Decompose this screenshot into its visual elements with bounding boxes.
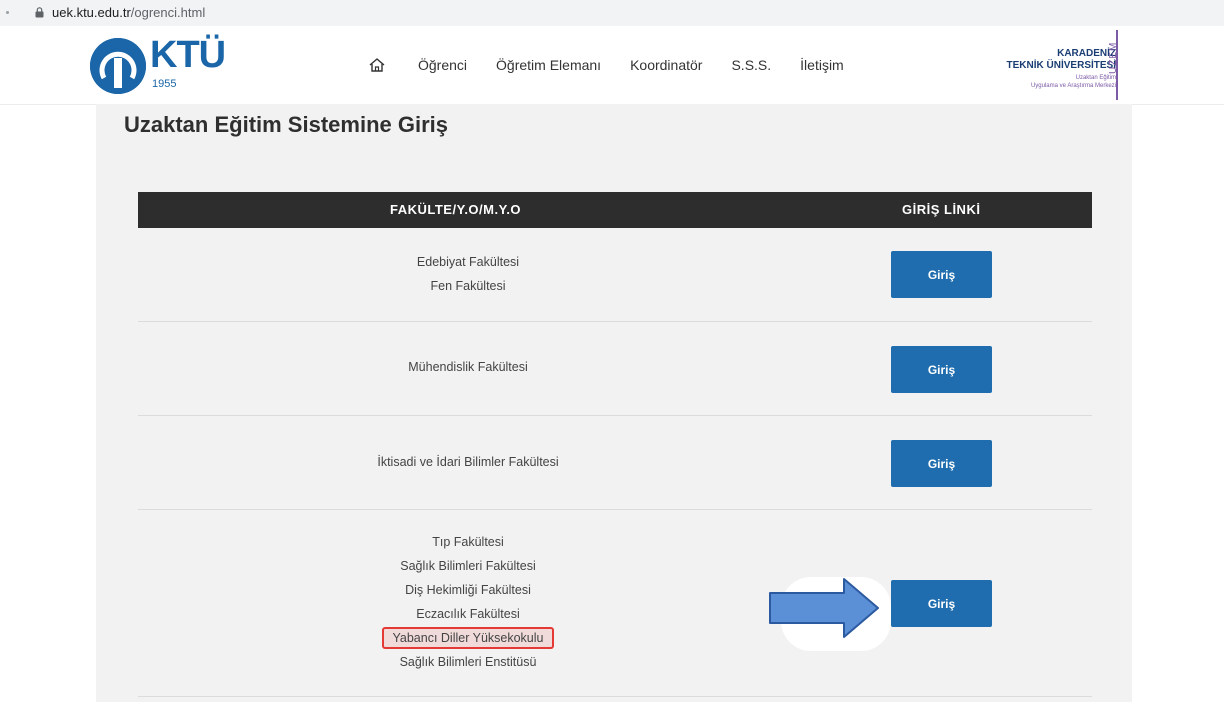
faculty-names: Mühendislik Fakültesi [138, 355, 798, 379]
giris-button[interactable]: Giriş [891, 251, 992, 298]
faculty-names: Tıp Fakültesi Sağlık Bilimleri Fakültesi… [138, 530, 798, 674]
faculty-name: Mühendislik Fakültesi [408, 360, 528, 374]
arrow-right-icon [769, 578, 879, 638]
col-link-header: GİRİŞ LİNKİ [902, 202, 981, 217]
brand-line1: KARADENİZ [1057, 48, 1116, 59]
faculty-name: Diş Hekimliği Fakültesi [405, 583, 531, 597]
faculty-name: Edebiyat Fakültesi [416, 255, 520, 269]
url-text[interactable]: uek.ktu.edu.tr/ogrenci.html [52, 5, 205, 20]
nav-ogrenci[interactable]: Öğrenci [418, 57, 467, 73]
uzem-brand[interactable]: KARADENİZ TEKNİK ÜNİVERSİTESİ Uzaktan Eğ… [976, 48, 1116, 90]
nav-ogretim-elemani[interactable]: Öğretim Elemanı [496, 57, 601, 73]
giris-button[interactable]: Giriş [891, 346, 992, 393]
faculty-table: FAKÜLTE/Y.O/M.Y.O GİRİŞ LİNKİ Edebiyat F… [138, 192, 1092, 697]
faculty-name: Sağlık Bilimleri Fakültesi [400, 559, 536, 573]
col-faculty-header: FAKÜLTE/Y.O/M.Y.O [390, 202, 522, 217]
faculty-name: İktisadi ve İdari Bilimler Fakültesi [377, 455, 559, 469]
giris-button[interactable]: Giriş [891, 440, 992, 487]
faculty-name: Tıp Fakültesi [432, 535, 504, 549]
table-row: İktisadi ve İdari Bilimler Fakültesi Gir… [138, 416, 1092, 510]
ktu-logo[interactable]: KTÜ 1955 [90, 34, 230, 96]
site-header: KTÜ 1955 Öğrenci Öğretim Elemanı Koordin… [0, 26, 1224, 105]
logo-year: 1955 [152, 78, 177, 90]
faculty-name: Fen Fakültesi [430, 279, 506, 293]
logo-text: KTÜ [150, 34, 226, 76]
lock-icon [35, 7, 44, 18]
giris-button[interactable]: Giriş [891, 580, 992, 627]
url-host: uek.ktu.edu.tr [52, 5, 131, 20]
nav-sss[interactable]: S.S.S. [731, 57, 771, 73]
nav-iletisim[interactable]: İletişim [800, 57, 844, 73]
table-header: FAKÜLTE/Y.O/M.Y.O GİRİŞ LİNKİ [138, 192, 1092, 228]
brand-uzem: UZEM [1108, 41, 1119, 74]
table-row: Mühendislik Fakültesi Giriş [138, 322, 1092, 416]
faculty-names: İktisadi ve İdari Bilimler Fakültesi [138, 450, 798, 474]
faculty-names: Edebiyat Fakültesi Fen Fakültesi [138, 250, 798, 298]
nav-koordinator[interactable]: Koordinatör [630, 57, 702, 73]
faculty-name-highlighted: Yabancı Diller Yüksekokulu [138, 626, 798, 650]
brand-line3: Uzaktan Eğitim [1075, 75, 1116, 81]
page-title: Uzaktan Eğitim Sistemine Giriş [124, 112, 448, 137]
url-path: /ogrenci.html [130, 5, 206, 20]
ktu-logo-emblem [90, 38, 146, 94]
brand-line4: Uygulama ve Araştırma Merkezi [1030, 83, 1116, 89]
home-icon[interactable] [368, 56, 386, 74]
browser-url-bar[interactable]: uek.ktu.edu.tr/ogrenci.html [0, 0, 1224, 26]
main-nav: Öğrenci Öğretim Elemanı Koordinatör S.S.… [368, 56, 873, 74]
red-highlight: Yabancı Diller Yüksekokulu [382, 627, 554, 649]
table-row: Edebiyat Fakültesi Fen Fakültesi Giriş [138, 228, 1092, 322]
faculty-name: Sağlık Bilimleri Enstitüsü [399, 655, 537, 669]
brand-line2: TEKNİK ÜNİVERSİTESİ [1006, 60, 1116, 71]
table-row: Tıp Fakültesi Sağlık Bilimleri Fakültesi… [138, 510, 1092, 697]
faculty-name: Eczacılık Fakültesi [416, 607, 520, 621]
back-dot [6, 11, 9, 14]
main-content: Uzaktan Eğitim Sistemine Giriş FAKÜLTE/Y… [96, 104, 1132, 702]
